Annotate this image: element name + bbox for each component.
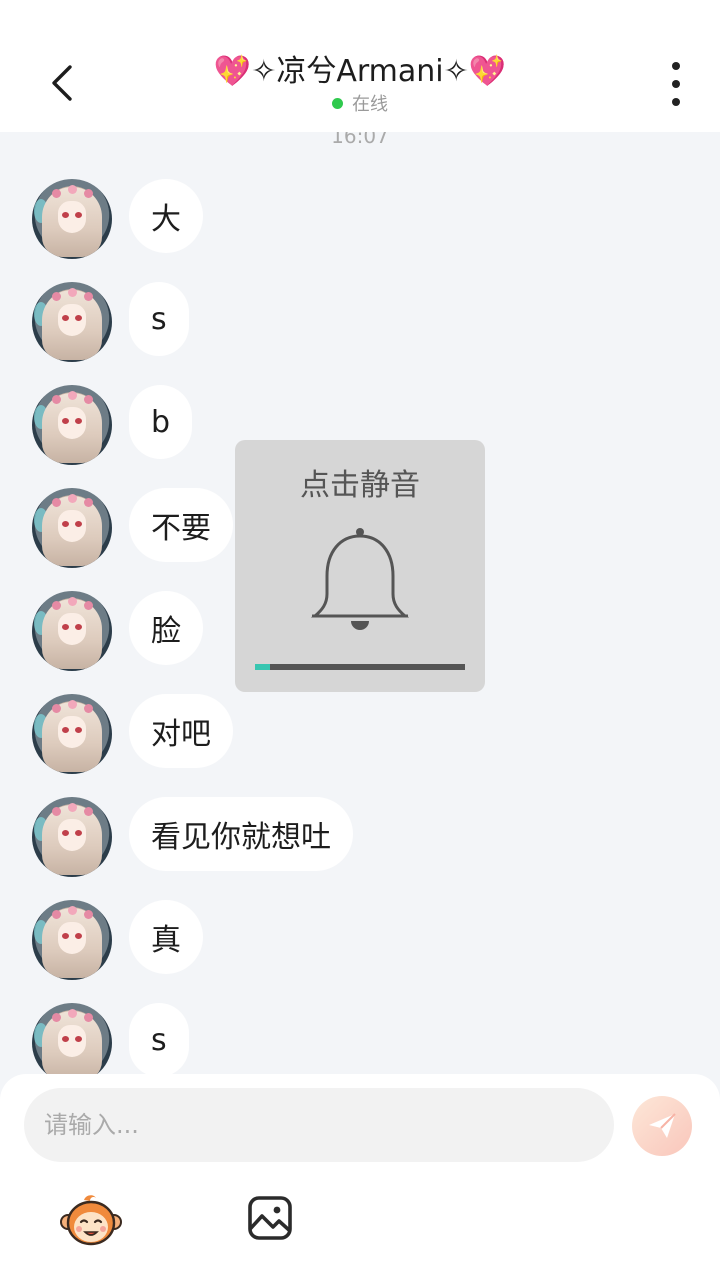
message-input[interactable] (24, 1088, 614, 1162)
sender-avatar[interactable] (32, 591, 112, 671)
mute-popup[interactable]: 点击静音 (235, 440, 485, 692)
image-button[interactable] (246, 1194, 294, 1242)
composer (0, 1074, 720, 1280)
online-dot (332, 97, 343, 109)
contact-name: 💖✧凉兮Armani✧💖 (213, 54, 507, 89)
more-options-button[interactable] (660, 62, 692, 106)
bell-icon (310, 528, 410, 630)
sender-avatar[interactable] (32, 488, 112, 568)
send-icon (649, 1113, 676, 1138)
message-bubble[interactable]: 真 (129, 900, 203, 974)
sender-avatar[interactable] (32, 179, 112, 259)
sender-avatar[interactable] (32, 900, 112, 980)
online-status: 在线 (0, 90, 720, 116)
message-bubble[interactable]: 看见你就想吐 (129, 797, 353, 871)
message-bubble[interactable]: s (129, 282, 189, 356)
monkey-emoji-icon (60, 1195, 122, 1246)
send-button[interactable] (632, 1096, 692, 1156)
message-bubble[interactable]: 对吧 (129, 694, 233, 768)
more-vertical-icon (672, 62, 680, 70)
sender-avatar[interactable] (32, 694, 112, 774)
sender-avatar[interactable] (32, 385, 112, 465)
sender-avatar[interactable] (32, 282, 112, 362)
sender-avatar[interactable] (32, 1003, 112, 1074)
message-bubble[interactable]: b (129, 385, 193, 459)
message-bubble[interactable]: 大 (129, 179, 203, 253)
message-bubble[interactable]: 脸 (129, 591, 203, 665)
mute-label: 点击静音 (300, 468, 420, 503)
message-bubble[interactable]: 不要 (129, 488, 233, 562)
chat-header: 💖✧凉兮Armani✧💖 在线 (0, 0, 720, 132)
message-bubble[interactable]: s (129, 1003, 189, 1074)
online-status-label: 在线 (352, 94, 388, 115)
emoji-button[interactable] (60, 1192, 122, 1248)
sender-avatar[interactable] (32, 797, 112, 877)
image-icon (248, 1196, 292, 1240)
mute-progress-fill (255, 664, 270, 670)
mute-progress-bar (255, 664, 465, 670)
